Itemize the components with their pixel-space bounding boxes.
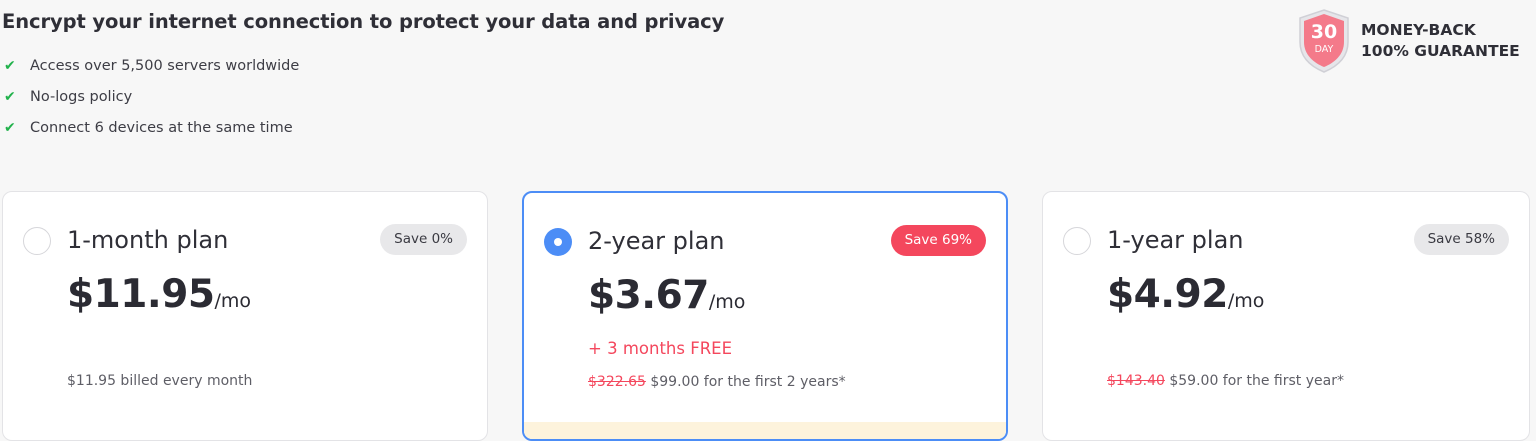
plan-radio-button[interactable] bbox=[1063, 227, 1091, 255]
plan-price: $3.67/mo bbox=[588, 273, 745, 318]
guarantee-line-2: 100% GUARANTEE bbox=[1361, 42, 1520, 60]
billing-note: $11.95 billed every month bbox=[67, 373, 252, 389]
price-period: /mo bbox=[214, 290, 252, 312]
billing-note: $322.65 $99.00 for the first 2 years* bbox=[588, 374, 846, 390]
price-amount: $3.67 bbox=[588, 273, 709, 318]
feature-list: ✔ Access over 5,500 servers worldwide ✔ … bbox=[4, 50, 299, 143]
plan-radio-button[interactable] bbox=[23, 227, 51, 255]
plan-name: 1-year plan bbox=[1107, 226, 1244, 254]
price-amount: $11.95 bbox=[67, 272, 215, 317]
billing-text: $11.95 billed every month bbox=[67, 373, 253, 389]
save-badge: Save 0% bbox=[380, 224, 467, 255]
feature-item: ✔ Access over 5,500 servers worldwide bbox=[4, 50, 299, 81]
guarantee-text: MONEY-BACK 100% GUARANTEE bbox=[1361, 20, 1520, 62]
plan-name: 1-month plan bbox=[67, 226, 229, 254]
save-badge: Save 69% bbox=[890, 225, 986, 256]
feature-text: No-logs policy bbox=[30, 88, 133, 105]
original-price: $322.65 bbox=[588, 374, 646, 390]
guarantee-line-1: MONEY-BACK bbox=[1361, 21, 1476, 39]
price-period: /mo bbox=[708, 291, 746, 313]
billing-text: $59.00 for the first year* bbox=[1169, 373, 1344, 389]
billing-note: $143.40 $59.00 for the first year* bbox=[1107, 373, 1344, 389]
plan-card-2-year[interactable]: 2-year plan Save 69% $3.67/mo + 3 months… bbox=[522, 191, 1008, 441]
feature-item: ✔ Connect 6 devices at the same time bbox=[4, 112, 299, 143]
plan-price: $4.92/mo bbox=[1107, 272, 1264, 317]
plan-card-1-year[interactable]: 1-year plan Save 58% $4.92/mo $143.40 $5… bbox=[1042, 191, 1530, 441]
save-badge: Save 58% bbox=[1413, 224, 1509, 255]
feature-item: ✔ No-logs policy bbox=[4, 81, 299, 112]
feature-text: Connect 6 devices at the same time bbox=[30, 119, 293, 136]
page-headline: Encrypt your internet connection to prot… bbox=[2, 10, 725, 33]
guarantee-days-number: 30 bbox=[1311, 21, 1337, 43]
price-period: /mo bbox=[1227, 290, 1265, 312]
plan-radio-button-selected[interactable] bbox=[544, 228, 572, 256]
money-back-guarantee: 30 DAY MONEY-BACK 100% GUARANTEE bbox=[1296, 8, 1520, 74]
shield-badge-icon: 30 DAY bbox=[1299, 9, 1349, 73]
plan-card-1-month[interactable]: 1-month plan Save 0% $11.95/mo $11.95 bi… bbox=[2, 191, 488, 441]
bonus-offer: + 3 months FREE bbox=[588, 339, 733, 358]
checkmark-icon: ✔ bbox=[4, 57, 16, 74]
checkmark-icon: ✔ bbox=[4, 88, 16, 105]
feature-text: Access over 5,500 servers worldwide bbox=[30, 57, 300, 74]
plan-name: 2-year plan bbox=[588, 227, 725, 255]
billing-text: $99.00 for the first 2 years* bbox=[650, 374, 846, 390]
checkmark-icon: ✔ bbox=[4, 119, 16, 136]
plan-price: $11.95/mo bbox=[67, 272, 251, 317]
price-amount: $4.92 bbox=[1107, 272, 1228, 317]
guarantee-days-label: DAY bbox=[1315, 44, 1334, 55]
original-price: $143.40 bbox=[1107, 373, 1165, 389]
